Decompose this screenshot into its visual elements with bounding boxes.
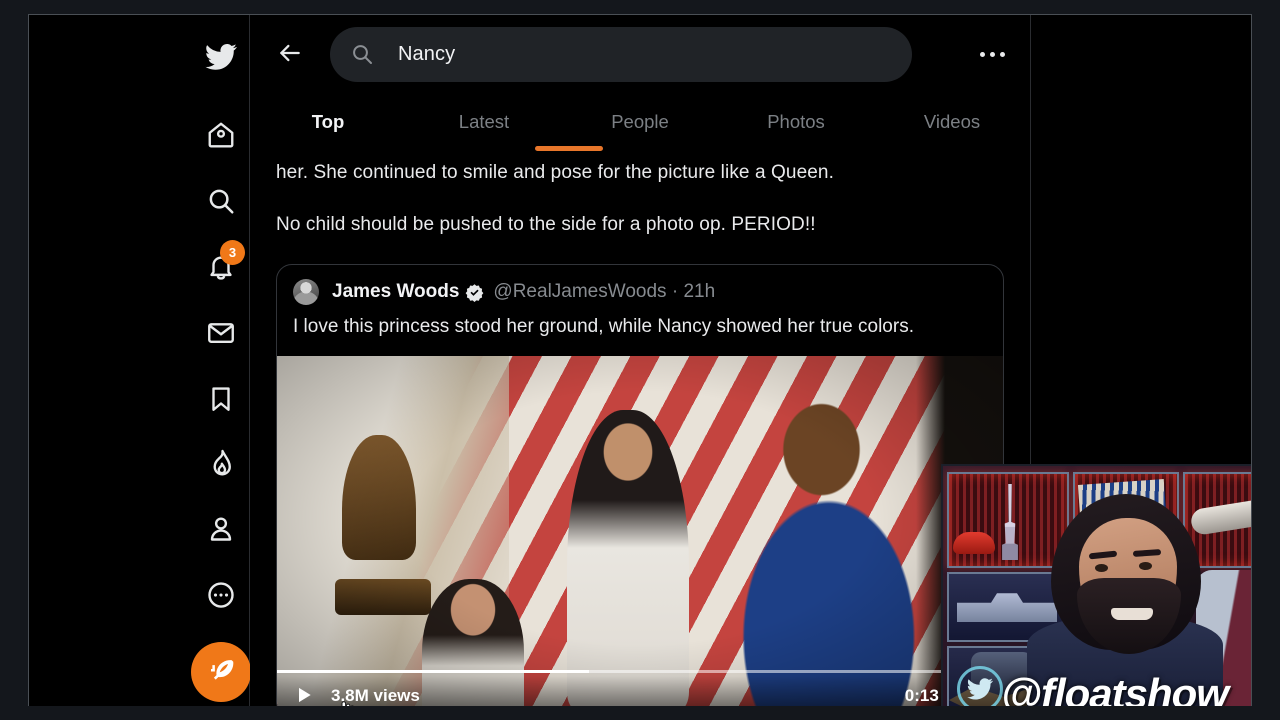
sidebar-nav: 3 — [29, 15, 251, 706]
streamer-mouth — [1111, 608, 1153, 620]
streamer-eye-right — [1139, 562, 1152, 570]
twitter-bird-icon — [957, 666, 1003, 706]
quoted-handle-and-time: @RealJamesWoods · 21h — [493, 281, 715, 303]
tweet-text-line-1: her. She continued to smile and pose for… — [276, 162, 834, 183]
video-progress-fill — [277, 670, 590, 673]
tab-latest[interactable]: Latest — [406, 93, 562, 151]
tab-videos[interactable]: Videos — [874, 93, 1030, 151]
compose-feather-icon — [206, 656, 236, 689]
tweet-feed: her. She continued to smile and pose for… — [250, 151, 1030, 706]
arrow-left-icon — [277, 40, 303, 69]
streamer-eye-left — [1095, 564, 1108, 572]
sidebar-item-topics[interactable] — [193, 435, 249, 491]
more-horizontal-icon — [977, 51, 1007, 57]
sidebar-item-home[interactable] — [193, 107, 249, 163]
tab-photos[interactable]: Photos — [718, 93, 874, 151]
flame-icon — [206, 448, 236, 478]
screen-capture: 3 Nancy Top Latest People Photos Videos … — [0, 0, 1280, 720]
sidebar-item-messages[interactable] — [193, 305, 249, 361]
more-options-button[interactable] — [970, 32, 1014, 76]
tweet-video-player[interactable]: 3.8M views 0:13 / 0:32 — [277, 356, 1003, 706]
quoted-tweet-header: James Woods @RealJamesWoods · 21h — [277, 265, 1003, 305]
tab-top[interactable]: Top — [250, 93, 406, 151]
notification-badge: 3 — [220, 240, 245, 265]
search-tabs: Top Latest People Photos Videos — [250, 93, 1030, 151]
compose-tweet-button[interactable] — [191, 642, 251, 702]
search-input-value: Nancy — [398, 42, 456, 65]
person-icon — [206, 514, 236, 544]
back-button[interactable] — [272, 36, 308, 72]
video-controls-bar: 3.8M views 0:13 / 0:32 — [277, 676, 1003, 706]
webcam-overlay: @floatshow — [941, 464, 1251, 706]
sidebar-item-bookmarks[interactable] — [193, 371, 249, 427]
bookmark-icon — [206, 384, 236, 414]
sidebar-item-twitter[interactable] — [193, 29, 249, 85]
search-input[interactable]: Nancy — [330, 26, 912, 82]
twitter-bird-icon — [204, 40, 238, 74]
quoted-tweet-card[interactable]: James Woods @RealJamesWoods · 21h I love… — [276, 264, 1004, 706]
main-content-column: Nancy Top Latest People Photos Videos he… — [250, 15, 1031, 706]
avatar[interactable] — [293, 279, 319, 305]
quoted-separator: · — [671, 281, 679, 302]
red-cap-object — [953, 532, 995, 554]
sidebar-item-explore[interactable] — [193, 173, 249, 229]
channel-handle-watermark: @floatshow — [1001, 670, 1229, 706]
quoted-display-name: James Woods — [332, 281, 460, 302]
tab-people[interactable]: People — [562, 93, 718, 151]
sidebar-item-profile[interactable] — [193, 501, 249, 557]
play-button[interactable] — [293, 685, 315, 706]
video-view-count: 3.8M views — [331, 686, 420, 705]
quoted-handle-text: @RealJamesWoods — [493, 281, 667, 302]
play-icon — [294, 685, 314, 707]
video-vignette — [277, 356, 1003, 706]
verified-badge-icon — [465, 283, 484, 302]
search-icon — [350, 42, 374, 66]
quoted-timestamp: 21h — [683, 281, 716, 302]
home-icon — [206, 120, 236, 150]
video-progress-bar[interactable] — [277, 670, 1003, 673]
search-icon — [206, 186, 236, 216]
twitter-app-window: 3 Nancy Top Latest People Photos Videos … — [28, 14, 1252, 706]
quoted-tweet-body: I love this princess stood her ground, w… — [293, 316, 914, 337]
sidebar-item-more[interactable] — [193, 567, 249, 623]
search-header: Nancy — [250, 15, 1030, 93]
more-circle-icon — [206, 580, 236, 610]
mail-icon — [206, 318, 236, 348]
tweet-text-line-2: No child should be pushed to the side fo… — [276, 214, 816, 235]
